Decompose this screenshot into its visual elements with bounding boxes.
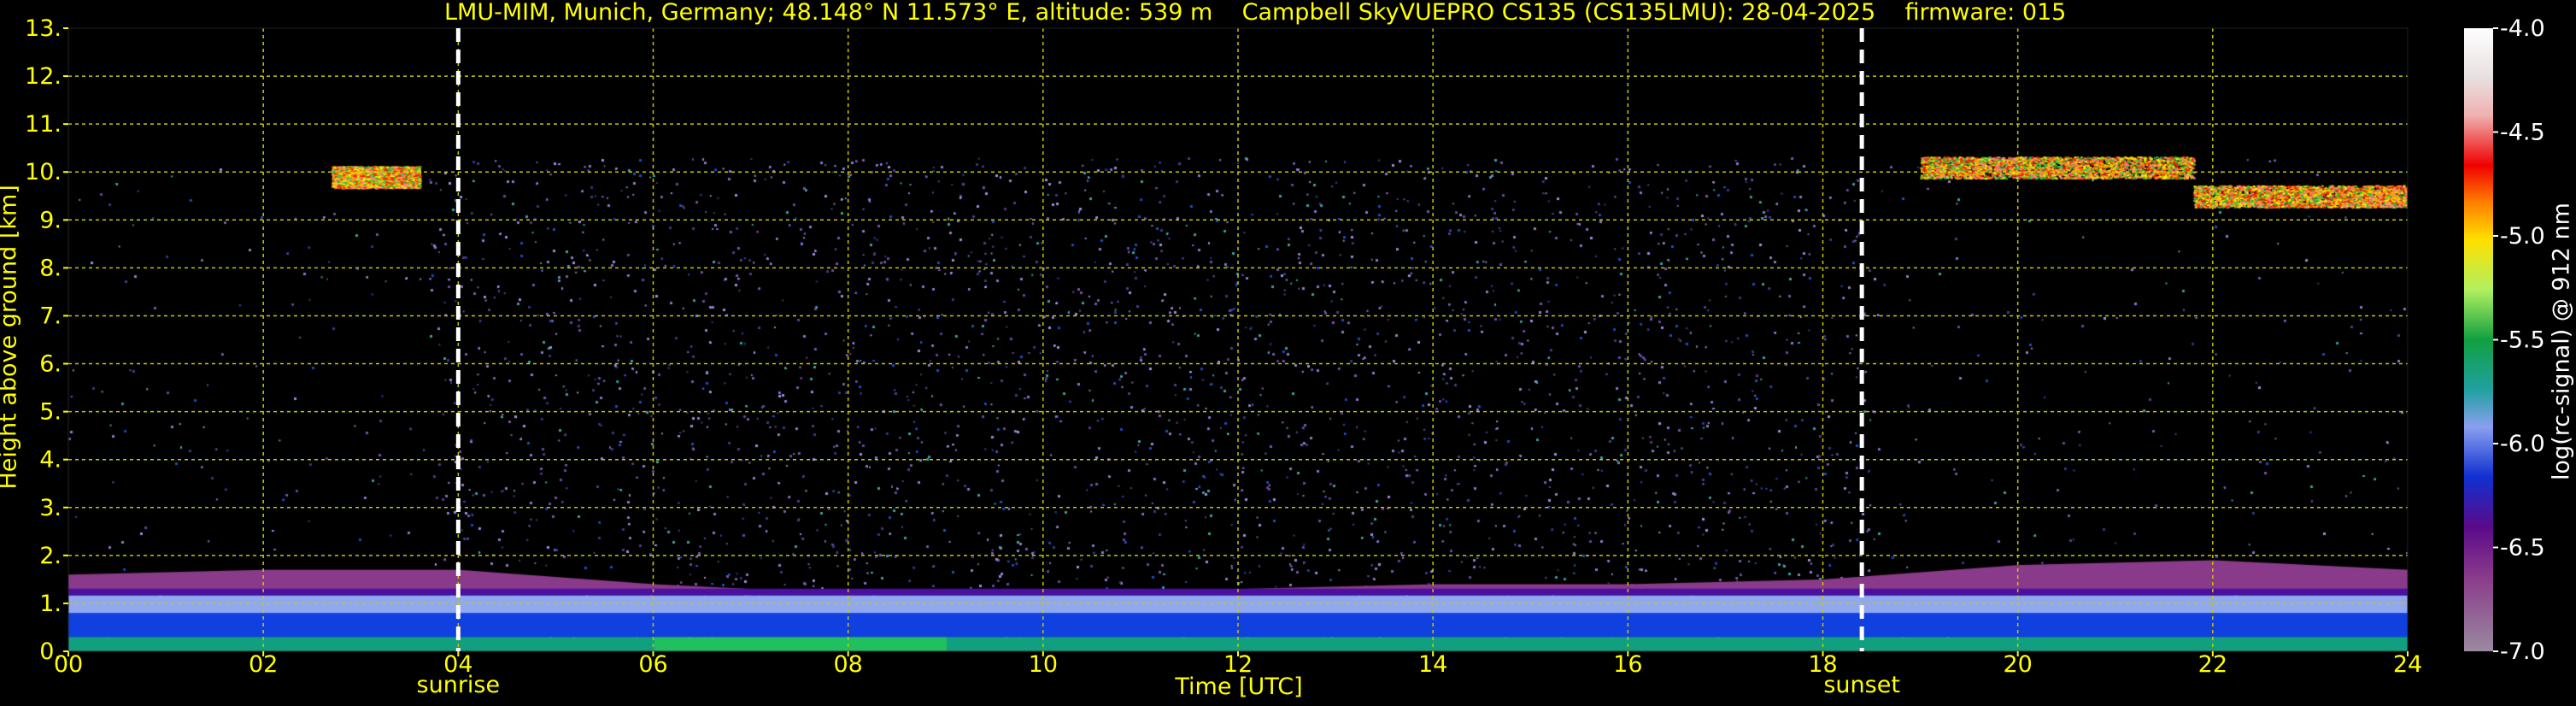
colorbar-label: log(rc-signal) @ 912 nm <box>2548 203 2575 480</box>
colorbar-tick-label: -5.5 <box>2500 327 2545 354</box>
y-tick-label: 1. <box>39 591 62 617</box>
colorbar-tick-label: -6.5 <box>2500 535 2545 562</box>
y-tick-label: 5. <box>39 399 62 426</box>
chart-title: LMU-MIM, Munich, Germany; 48.148° N 11.5… <box>444 0 2067 26</box>
y-tick-label: 2. <box>39 543 62 569</box>
colorbar-tick-label: -5.0 <box>2500 223 2545 250</box>
y-tick-label: 11. <box>25 111 62 138</box>
colorbar-gradient <box>2464 28 2493 651</box>
y-tick-label: 0. <box>39 638 62 665</box>
y-tick-label: 7. <box>39 303 62 329</box>
sunset-label: sunset <box>1823 672 1900 698</box>
y-tick-label: 13. <box>25 15 62 42</box>
colorbar-tick-label: -4.0 <box>2500 15 2545 42</box>
sunrise-label: sunrise <box>416 672 501 698</box>
y-axis-label: Height above ground [km] <box>0 185 22 490</box>
ceilometer-chart: 00 02 04 06 08 10 12 14 16 18 20 22 240.1.2.3.4.5.6.… <box>25 15 2545 678</box>
y-tick-label: 9. <box>39 207 62 233</box>
colorbar: -7.0 -6.5 -6.0 -5.5 -5.0 -4.5 -4.0 <box>2464 15 2545 665</box>
x-axis-label: Time [UTC] <box>1175 674 1303 700</box>
y-tick-label: 10. <box>25 159 62 185</box>
y-tick-label: 12. <box>25 63 62 90</box>
colorbar-tick-label: -4.5 <box>2500 120 2545 146</box>
y-tick-label: 4. <box>39 447 62 474</box>
colorbar-tick-label: -6.0 <box>2500 431 2545 457</box>
y-tick-label: 8. <box>39 255 62 281</box>
colorbar-tick-label: -7.0 <box>2500 638 2545 665</box>
y-tick-label: 3. <box>39 495 62 521</box>
y-tick-label: 6. <box>39 351 62 378</box>
